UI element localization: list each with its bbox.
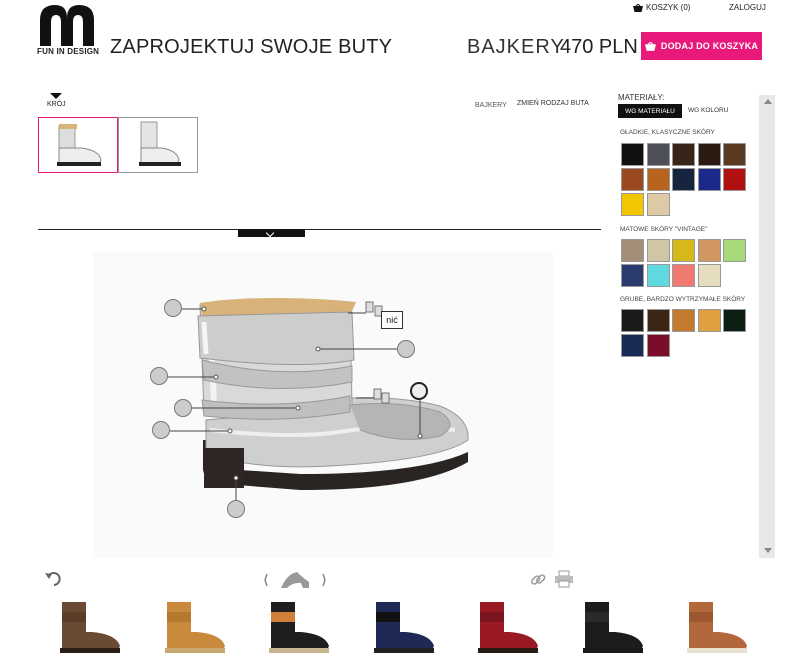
gallery-boot-black-orange-boot[interactable] (263, 596, 335, 656)
scroll-up-icon[interactable] (764, 99, 772, 104)
material-swatch[interactable] (646, 239, 670, 262)
material-swatch[interactable] (621, 309, 644, 332)
gallery-boot-brown-boot[interactable] (54, 596, 126, 656)
material-swatch[interactable] (723, 143, 746, 166)
material-swatch[interactable] (646, 193, 670, 216)
material-swatch[interactable] (672, 309, 695, 332)
gallery-boot-navy-boot[interactable] (368, 596, 440, 656)
material-swatch[interactable] (621, 334, 644, 357)
material-swatch[interactable] (621, 239, 644, 262)
material-swatch[interactable] (621, 143, 644, 166)
group-title-durable: GRUBE, BARDZO WYTRZYMAŁE SKÓRY (620, 296, 746, 303)
materials-title: MATERIAŁY: (618, 93, 665, 102)
cart-label: KOSZYK (0) (646, 3, 691, 12)
gallery-boot-cognac-boot[interactable] (681, 596, 753, 656)
material-swatch[interactable] (697, 143, 721, 166)
hotspot-toe[interactable] (410, 382, 428, 400)
hotspot-strap[interactable] (174, 399, 192, 417)
add-to-cart-button[interactable]: DODAJ DO KOSZYKA (641, 32, 762, 60)
material-swatch[interactable] (621, 264, 644, 287)
tab-by-material[interactable]: WG MATERIAŁU (618, 104, 682, 118)
heel-shoe-icon[interactable] (263, 568, 329, 592)
logo[interactable] (37, 2, 97, 46)
cart-link[interactable]: KOSZYK (0) (633, 3, 690, 12)
print-icon[interactable] (554, 570, 574, 588)
material-swatch[interactable] (723, 309, 746, 332)
link-icon[interactable] (529, 571, 547, 589)
boot-preview (168, 298, 469, 500)
basket-icon (644, 41, 656, 51)
scroll-down-icon[interactable] (764, 548, 772, 553)
material-swatch[interactable] (723, 239, 746, 262)
gallery-boot-tan-boot[interactable] (159, 596, 231, 656)
material-swatch[interactable] (621, 168, 644, 191)
section-divider (38, 229, 601, 230)
material-swatch[interactable] (672, 143, 695, 166)
breadcrumb-current[interactable]: BAJKERY (475, 102, 507, 109)
collapse-toggle[interactable] (238, 229, 305, 237)
boot-thumbnail (57, 124, 102, 166)
page-title: ZAPROJEKTUJ SWOJE BUTY (110, 36, 393, 58)
material-swatch[interactable] (646, 334, 670, 357)
boot-thumbnail (139, 121, 181, 166)
gallery-boot-red-boot[interactable] (472, 596, 544, 656)
gallery-boot-black-boot[interactable] (577, 596, 649, 656)
material-swatch[interactable] (723, 168, 746, 191)
basket-icon (633, 3, 643, 12)
product-price: 470 PLN (560, 36, 638, 58)
material-swatch[interactable] (646, 264, 670, 287)
materials-scrollbar[interactable] (759, 95, 775, 558)
material-swatch[interactable] (672, 239, 695, 262)
login-link[interactable]: ZALOGUJ (729, 3, 766, 12)
material-swatch[interactable] (621, 193, 644, 216)
hotspot-sole[interactable] (227, 500, 245, 518)
material-swatch[interactable] (672, 168, 695, 191)
material-swatch[interactable] (697, 239, 721, 262)
material-swatch[interactable] (697, 168, 721, 191)
material-swatch[interactable] (646, 143, 670, 166)
tab-by-color[interactable]: WG KOLORU (688, 107, 728, 114)
cut-tab-arrow-icon (50, 93, 62, 99)
change-shoe-type-link[interactable]: ZMIEŃ RODZAJ BUTA (517, 100, 589, 107)
hotspot-shaft[interactable] (397, 340, 415, 358)
undo-icon[interactable] (44, 571, 64, 587)
logo-text: FUN IN DESIGN (37, 47, 100, 56)
cut-tab[interactable]: KRÓJ (47, 101, 66, 108)
thread-label[interactable]: nić (381, 311, 403, 329)
hotspot-cuff[interactable] (150, 367, 168, 385)
material-swatch[interactable] (697, 309, 721, 332)
group-title-smooth: GŁADKIE, KLASYCZNE SKÓRY (620, 129, 715, 136)
group-title-vintage: MATOWE SKÓRY "VINTAGE" (620, 226, 708, 233)
cut-thumbnail-tall[interactable] (118, 117, 198, 173)
material-swatch[interactable] (697, 264, 721, 287)
material-swatch[interactable] (646, 309, 670, 332)
material-swatch[interactable] (646, 168, 670, 191)
material-swatch[interactable] (672, 264, 695, 287)
hotspot-collar[interactable] (164, 299, 182, 317)
cut-thumbnail-short[interactable] (38, 117, 118, 173)
product-name: BAJKERY (467, 36, 565, 58)
hotspot-vamp[interactable] (152, 421, 170, 439)
add-to-cart-label: DODAJ DO KOSZYKA (660, 41, 759, 51)
